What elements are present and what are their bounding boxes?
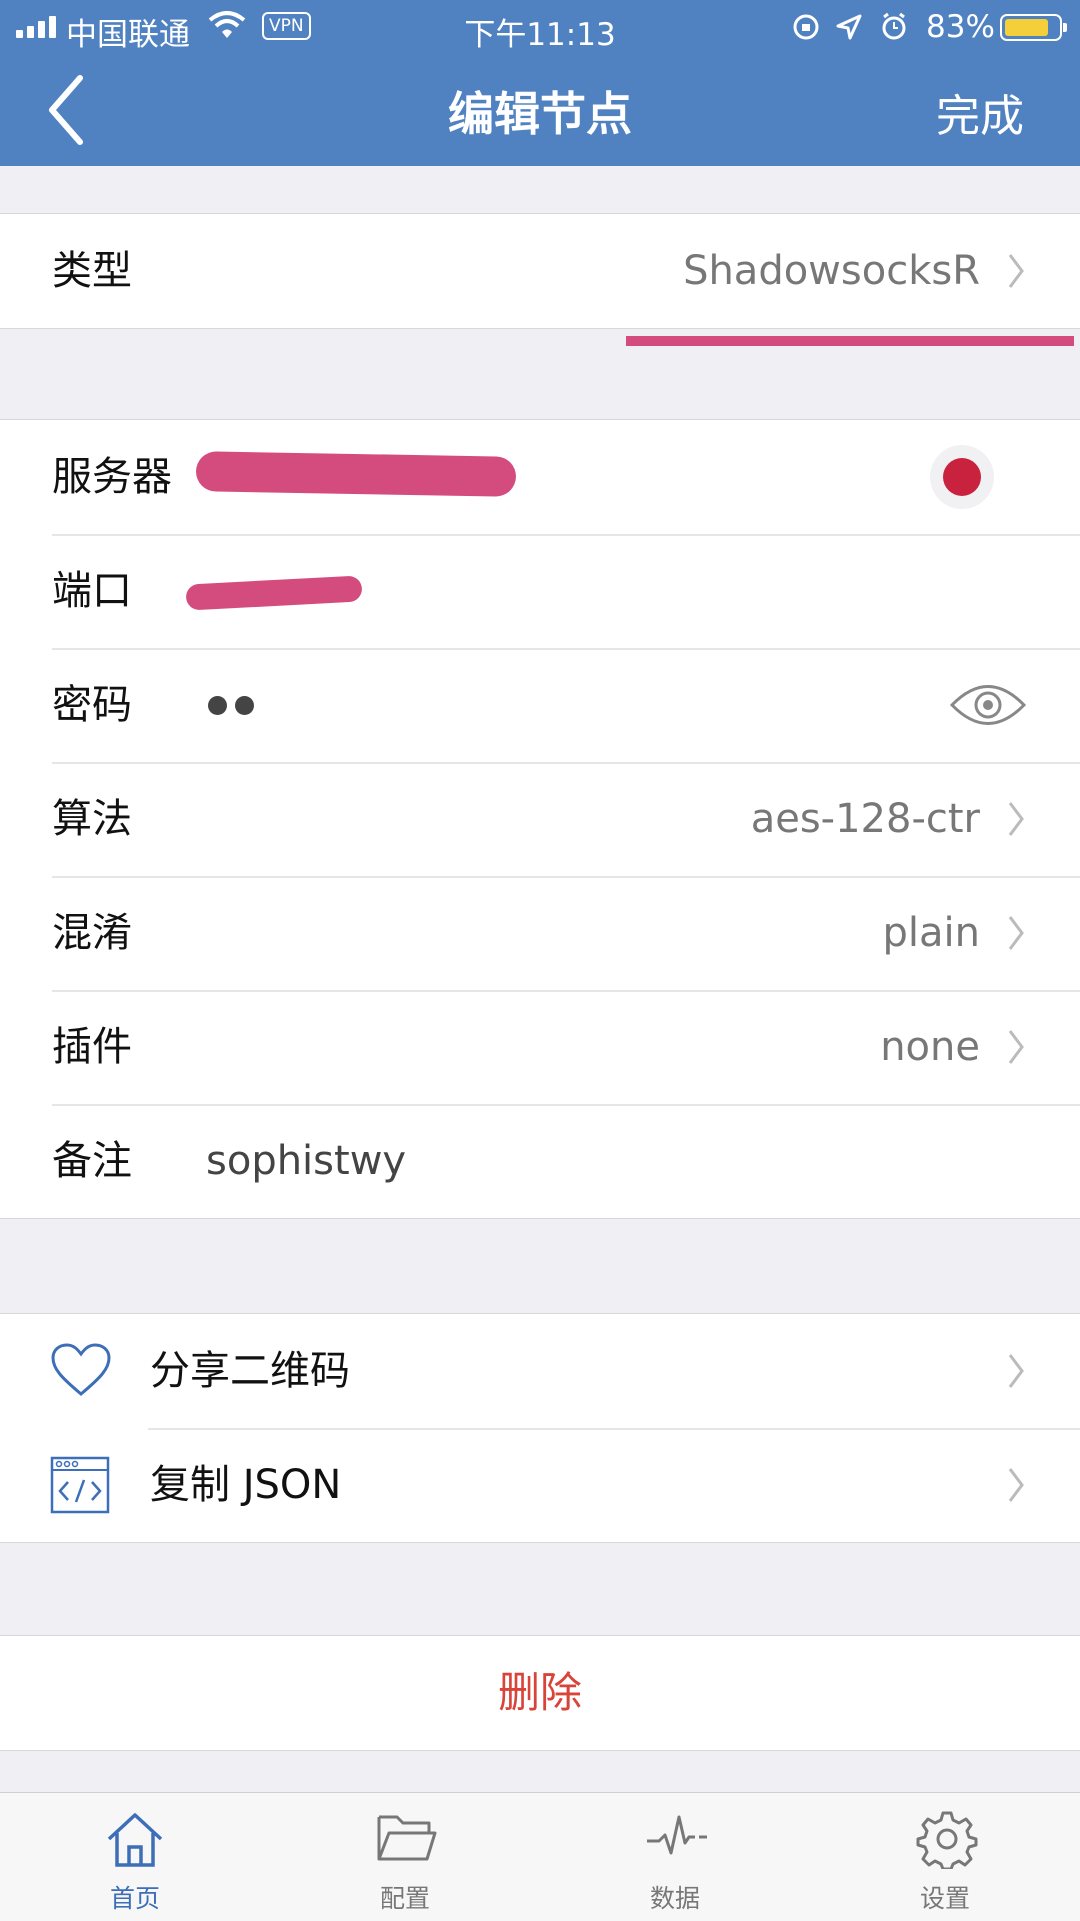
battery-icon	[1000, 14, 1067, 41]
chevron-right-icon	[1008, 1030, 1024, 1064]
remark-input[interactable]: sophistwy	[206, 1104, 406, 1218]
chevron-right-icon	[1008, 916, 1024, 950]
folder-icon	[377, 1815, 437, 1861]
share-qr-row[interactable]: 分享二维码	[0, 1314, 1080, 1428]
redacted-server	[195, 451, 517, 497]
obfs-label: 混淆	[52, 910, 132, 956]
remark-label: 备注	[52, 1138, 132, 1184]
method-label: 算法	[52, 796, 132, 842]
method-row[interactable]: 算法 aes-128-ctr	[0, 762, 1080, 876]
port-row[interactable]: 端口	[0, 534, 1080, 648]
plugin-row[interactable]: 插件 none	[0, 990, 1080, 1104]
location-icon	[836, 14, 862, 40]
chevron-right-icon	[1008, 1354, 1024, 1388]
type-label: 类型	[52, 248, 132, 294]
copy-json-label: 复制 JSON	[150, 1462, 342, 1508]
done-button[interactable]: 完成	[936, 80, 1024, 144]
obfs-value: plain	[882, 910, 980, 956]
plugin-value: none	[880, 1024, 980, 1070]
delete-group: 删除	[0, 1635, 1080, 1751]
type-row[interactable]: 类型 ShadowsocksR	[0, 214, 1080, 328]
tab-bar: 首页 配置 数据 设置	[0, 1792, 1080, 1921]
status-icons	[793, 12, 906, 40]
actions-group: 分享二维码 复制 JSON	[0, 1313, 1080, 1543]
highlight-underline	[626, 336, 1074, 346]
tab-home-label: 首页	[109, 1884, 160, 1913]
tab-data[interactable]: 数据	[540, 1793, 810, 1921]
battery-percent: 83%	[926, 9, 995, 45]
nav-bar: 中国联通 VPN 下午11:13 83% 编辑节点 完成	[0, 0, 1080, 166]
method-value: aes-128-ctr	[750, 796, 980, 842]
alarm-icon	[882, 12, 906, 40]
tab-config-label: 配置	[379, 1884, 430, 1913]
tab-data-label: 数据	[649, 1884, 700, 1913]
gear-icon	[916, 1811, 978, 1869]
home-icon	[107, 1813, 163, 1867]
status-bar: 中国联通 VPN 下午11:13 83%	[0, 0, 1080, 54]
heart-icon	[51, 1343, 111, 1396]
tab-settings[interactable]: 设置	[810, 1793, 1080, 1921]
page-title: 编辑节点	[448, 87, 632, 141]
chevron-right-icon	[1008, 254, 1024, 288]
tab-config[interactable]: 配置	[270, 1793, 540, 1921]
code-window-icon	[50, 1456, 110, 1514]
redacted-port	[185, 575, 363, 611]
eye-icon[interactable]	[948, 680, 1028, 730]
remark-row[interactable]: 备注 sophistwy	[0, 1104, 1080, 1218]
pulse-icon	[647, 1815, 707, 1855]
server-label: 服务器	[52, 454, 172, 500]
port-label: 端口	[52, 568, 132, 614]
chevron-right-icon	[1008, 802, 1024, 836]
delete-button[interactable]: 删除	[0, 1636, 1080, 1750]
copy-json-row[interactable]: 复制 JSON	[0, 1428, 1080, 1542]
type-group: 类型 ShadowsocksR	[0, 213, 1080, 329]
type-value: ShadowsocksR	[683, 248, 980, 294]
tab-home[interactable]: 首页	[0, 1793, 270, 1921]
node-details-group: 服务器 端口 密码 算法 aes-128-ctr 混淆 plain 插件 non…	[0, 419, 1080, 1219]
chevron-right-icon	[1008, 1468, 1024, 1502]
rotation-lock-icon	[793, 14, 819, 40]
password-label: 密码	[52, 682, 132, 728]
latency-status-dot[interactable]	[930, 445, 994, 509]
share-qr-label: 分享二维码	[150, 1348, 350, 1394]
password-value[interactable]	[208, 696, 262, 715]
status-time: 下午11:13	[464, 17, 616, 53]
password-row[interactable]: 密码	[0, 648, 1080, 762]
server-row[interactable]: 服务器	[0, 420, 1080, 534]
tab-settings-label: 设置	[919, 1884, 970, 1913]
plugin-label: 插件	[52, 1024, 132, 1070]
obfs-row[interactable]: 混淆 plain	[0, 876, 1080, 990]
